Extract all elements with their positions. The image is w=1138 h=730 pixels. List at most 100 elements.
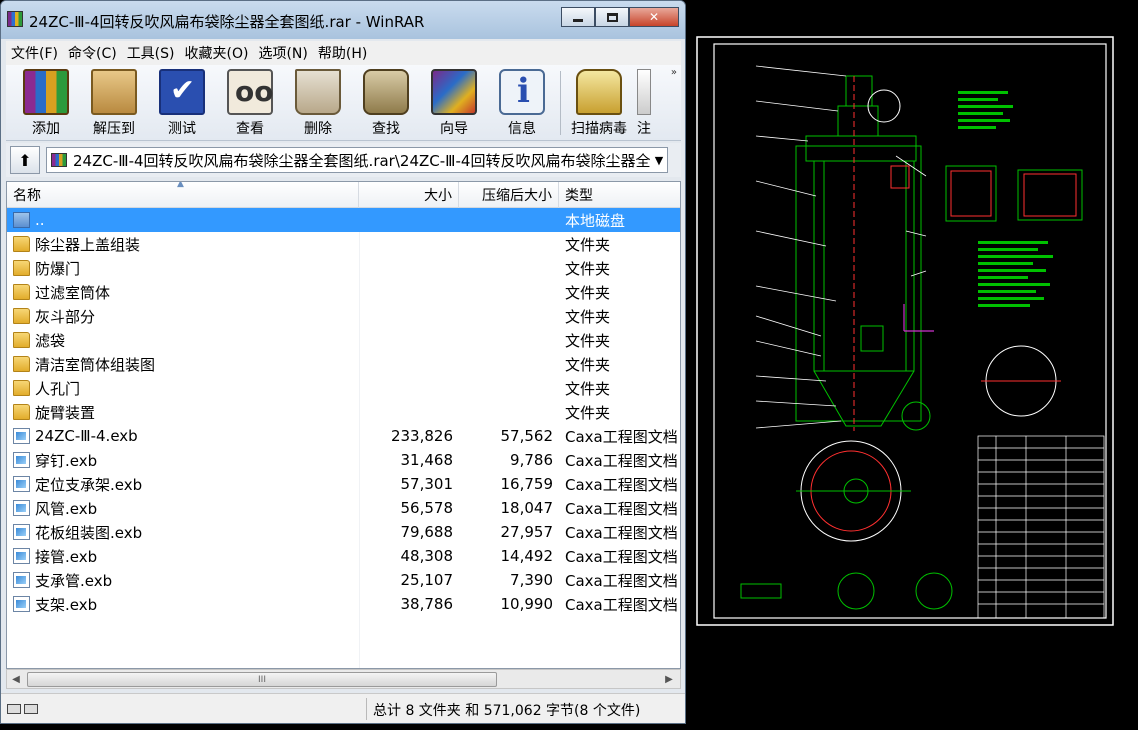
scroll-right-icon[interactable]: ▶: [660, 674, 678, 685]
row-name: 穿钉.exb: [35, 451, 98, 470]
menu-tools[interactable]: 工具(S): [122, 43, 180, 63]
menu-options[interactable]: 选项(N): [253, 43, 312, 63]
file-list-row[interactable]: 防爆门 文件夹: [7, 256, 680, 280]
caption-buttons: ✕: [561, 7, 679, 27]
row-type: Caxa工程图文档: [565, 595, 678, 614]
column-header: 名称 大小 压缩后大小 类型 ▲: [7, 182, 680, 208]
scroll-left-icon[interactable]: ◀: [7, 674, 25, 685]
folder-icon: [13, 284, 30, 300]
file-list-row[interactable]: 灰斗部分 文件夹: [7, 304, 680, 328]
toolbar-overflow-chevron-icon[interactable]: »: [671, 67, 677, 78]
find-button[interactable]: 查找: [352, 65, 420, 139]
view-button[interactable]: 查看: [216, 65, 284, 139]
parent-folder-row[interactable]: .. 本地磁盘: [7, 208, 680, 232]
row-type: Caxa工程图文档: [565, 547, 678, 566]
row-name-cell: 24ZC-Ⅲ-4.exb: [7, 427, 359, 445]
file-list-row[interactable]: 人孔门 文件夹: [7, 376, 680, 400]
row-packed-size: 57,562: [500, 427, 554, 445]
file-list-row[interactable]: 定位支承架.exb 57,301 16,759 Caxa工程图文档: [7, 472, 680, 496]
column-type[interactable]: 类型: [559, 182, 680, 208]
file-list-row[interactable]: 除尘器上盖组装 文件夹: [7, 232, 680, 256]
row-name: 人孔门: [35, 379, 81, 398]
virus-scan-button[interactable]: 扫描病毒: [565, 65, 633, 139]
horizontal-scrollbar[interactable]: ◀ III ▶: [6, 669, 681, 689]
title-bar[interactable]: 24ZC-Ⅲ-4回转反吹风扁布袋除尘器全套图纸.rar - WinRAR ✕: [1, 1, 685, 39]
view-label: 查看: [236, 121, 264, 137]
extract-icon: [91, 69, 137, 115]
row-type: 文件夹: [565, 331, 611, 350]
row-packed-size: 10,990: [500, 595, 554, 613]
file-list-row[interactable]: 支承管.exb 25,107 7,390 Caxa工程图文档: [7, 568, 680, 592]
archive-icon: [51, 153, 67, 167]
column-packed[interactable]: 压缩后大小: [459, 182, 559, 208]
info-button[interactable]: 信息: [488, 65, 556, 139]
minimize-button[interactable]: [561, 7, 595, 27]
up-one-level-button[interactable]: ⬆: [10, 146, 40, 174]
file-list-row[interactable]: 风管.exb 56,578 18,047 Caxa工程图文档: [7, 496, 680, 520]
file-list-row[interactable]: 过滤室筒体 文件夹: [7, 280, 680, 304]
exb-file-icon: [13, 572, 30, 588]
comment-button[interactable]: 注: [633, 65, 655, 139]
file-list-row[interactable]: 滤袋 文件夹: [7, 328, 680, 352]
chevron-down-icon[interactable]: ▼: [651, 154, 667, 167]
file-list-row[interactable]: 清洁室筒体组装图 文件夹: [7, 352, 680, 376]
exb-file-icon: [13, 596, 30, 612]
path-dropdown[interactable]: 24ZC-Ⅲ-4回转反吹风扁布袋除尘器全套图纸.rar\24ZC-Ⅲ-4回转反吹…: [46, 147, 668, 173]
row-name: 旋臂装置: [35, 403, 96, 422]
close-button[interactable]: ✕: [629, 7, 679, 27]
address-bar: ⬆ 24ZC-Ⅲ-4回转反吹风扁布袋除尘器全套图纸.rar\24ZC-Ⅲ-4回转…: [6, 143, 681, 177]
up-arrow-icon: ⬆: [18, 150, 32, 170]
menu-file[interactable]: 文件(F): [6, 43, 63, 63]
winrar-app-icon[interactable]: [7, 11, 23, 27]
menu-favorites[interactable]: 收藏夹(O): [180, 43, 254, 63]
extract-to-button[interactable]: 解压到: [80, 65, 148, 139]
file-list-row[interactable]: 花板组装图.exb 79,688 27,957 Caxa工程图文档: [7, 520, 680, 544]
row-name-cell: 人孔门: [7, 378, 359, 399]
status-divider: [366, 698, 367, 720]
delete-bin-icon: [295, 69, 341, 115]
add-label: 添加: [32, 121, 60, 137]
row-name: 滤袋: [35, 331, 66, 350]
file-list-row[interactable]: 旋臂装置 文件夹: [7, 400, 680, 424]
info-icon: [499, 69, 545, 115]
file-list-row[interactable]: 支架.exb 38,786 10,990 Caxa工程图文档: [7, 592, 680, 616]
add-button[interactable]: 添加: [12, 65, 80, 139]
info-label: 信息: [508, 121, 536, 137]
test-button[interactable]: 测试: [148, 65, 216, 139]
row-name-cell: 风管.exb: [7, 498, 359, 519]
menu-bar: 文件(F) 命令(C) 工具(S) 收藏夹(O) 选项(N) 帮助(H): [6, 41, 681, 65]
row-name: 防爆门: [35, 259, 81, 278]
row-size: 233,826: [390, 427, 453, 445]
delete-button[interactable]: 删除: [284, 65, 352, 139]
cad-drawing: [696, 36, 1114, 626]
find-binoculars-icon: [363, 69, 409, 115]
file-list: 名称 大小 压缩后大小 类型 ▲ .. 本地磁盘 除尘器上盖组装 文件夹 防爆门 文件夹过…: [6, 181, 681, 669]
scroll-thumb[interactable]: III: [27, 672, 497, 687]
sort-ascending-icon: ▲: [177, 181, 184, 189]
maximize-button[interactable]: [595, 7, 629, 27]
row-type: Caxa工程图文档: [565, 427, 678, 446]
menu-commands[interactable]: 命令(C): [63, 43, 122, 63]
exb-file-icon: [13, 476, 30, 492]
row-size: 31,468: [400, 451, 454, 469]
exb-file-icon: [13, 548, 30, 564]
column-size[interactable]: 大小: [359, 182, 459, 208]
folder-icon: [13, 332, 30, 348]
status-icons: [7, 703, 47, 714]
row-name: 接管.exb: [35, 547, 98, 566]
folder-icon: [13, 356, 30, 372]
column-packed-label: 压缩后大小: [482, 188, 552, 204]
file-list-row[interactable]: 穿钉.exb 31,468 9,786 Caxa工程图文档: [7, 448, 680, 472]
find-label: 查找: [372, 121, 400, 137]
key-icon[interactable]: [24, 703, 38, 714]
row-type: Caxa工程图文档: [565, 475, 678, 494]
menu-help[interactable]: 帮助(H): [313, 43, 372, 63]
close-icon: ✕: [648, 10, 660, 24]
drive-icon[interactable]: [7, 703, 21, 714]
row-name-cell: 旋臂装置: [7, 402, 359, 423]
file-list-row[interactable]: 接管.exb 48,308 14,492 Caxa工程图文档: [7, 544, 680, 568]
file-list-row[interactable]: 24ZC-Ⅲ-4.exb 233,826 57,562 Caxa工程图文档: [7, 424, 680, 448]
winrar-window: 24ZC-Ⅲ-4回转反吹风扁布袋除尘器全套图纸.rar - WinRAR ✕ 文…: [0, 0, 686, 724]
wizard-button[interactable]: 向导: [420, 65, 488, 139]
row-type: 文件夹: [565, 307, 611, 326]
